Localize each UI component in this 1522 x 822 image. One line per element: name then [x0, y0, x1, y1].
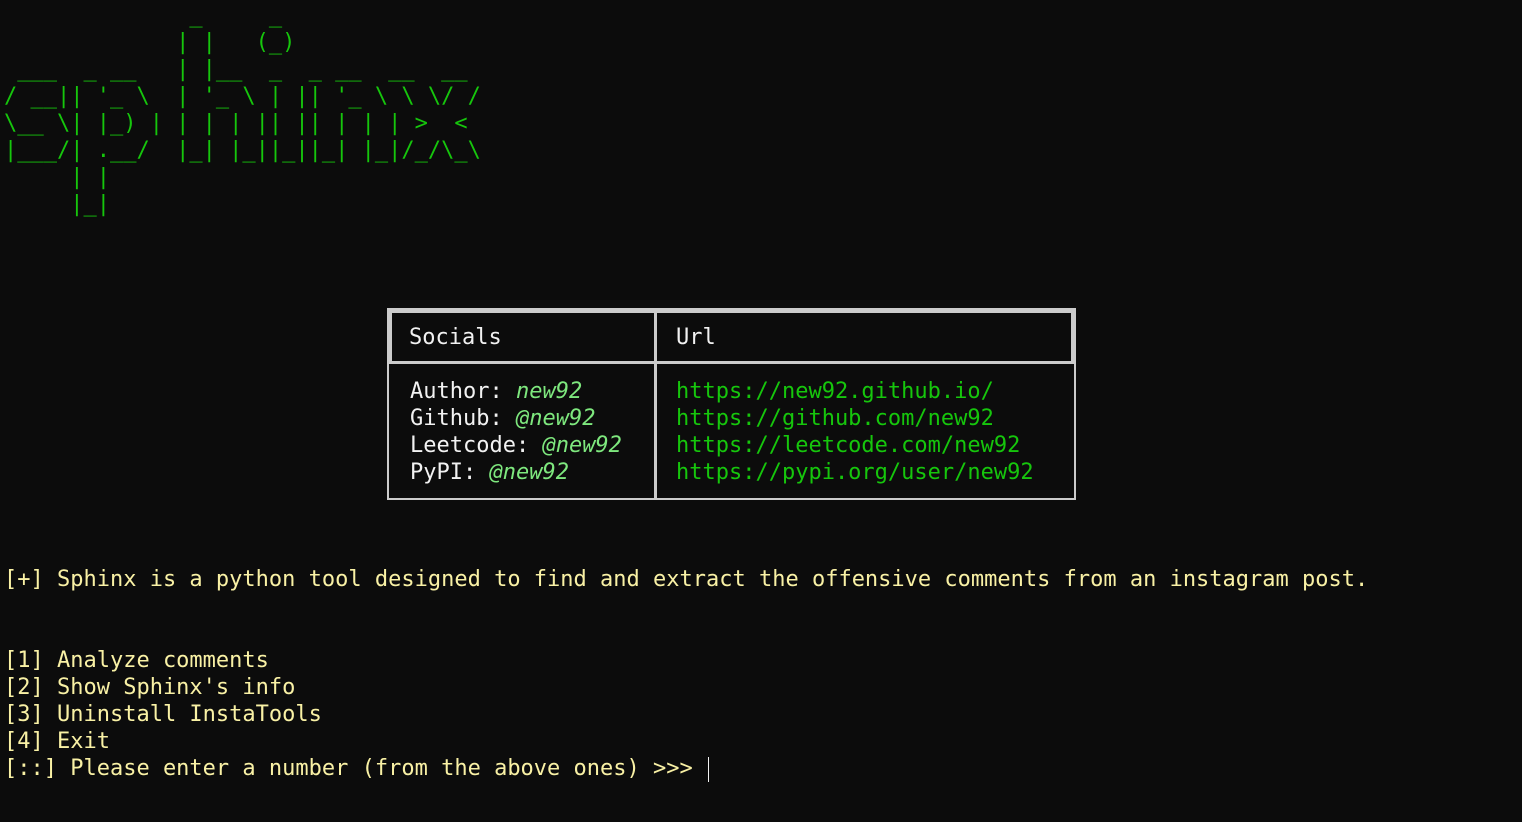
social-handle: @new92: [489, 460, 569, 485]
social-label: Author:: [410, 379, 516, 404]
column-divider: [654, 310, 657, 498]
header-socials: Socials: [409, 325, 502, 350]
text-cursor[interactable]: [708, 756, 709, 782]
social-handle: @new92: [515, 406, 596, 431]
social-row-leetcode: Leetcode: @new92: [410, 432, 622, 459]
menu-option-exit: [4] Exit: [4, 729, 110, 754]
url-leetcode[interactable]: https://leetcode.com/new92: [676, 432, 1020, 459]
url-pypi[interactable]: https://pypi.org/user/new92: [676, 459, 1034, 486]
social-row-author: Author: new92: [410, 378, 582, 405]
social-handle: @new92: [542, 433, 622, 458]
social-row-github: Github: @new92: [410, 405, 595, 432]
menu-option-analyze: [1] Analyze comments: [4, 648, 269, 673]
menu-option-uninstall: [3] Uninstall InstaTools: [4, 702, 322, 727]
social-label: PyPI:: [410, 460, 490, 485]
social-handle: new92: [515, 379, 583, 404]
tool-description: [+] Sphinx is a python tool designed to …: [4, 567, 1369, 592]
url-github[interactable]: https://github.com/new92: [676, 405, 994, 432]
input-prompt-line[interactable]: [::] Please enter a number (from the abo…: [4, 755, 709, 782]
social-label: Leetcode:: [410, 433, 543, 458]
menu-option-info: [2] Show Sphinx's info: [4, 675, 296, 700]
sphinx-ascii-banner: _ _ | | (_) ___ _ __ | |__ _ _ __ __ __ …: [4, 3, 481, 217]
social-label: Github:: [410, 406, 516, 431]
header-url: Url: [676, 325, 716, 350]
social-row-pypi: PyPI: @new92: [410, 459, 569, 486]
socials-table: Socials Url Author: new92 Github: @new92…: [387, 308, 1076, 500]
input-prompt: [::] Please enter a number (from the abo…: [4, 756, 706, 781]
url-author[interactable]: https://new92.github.io/: [676, 378, 994, 405]
